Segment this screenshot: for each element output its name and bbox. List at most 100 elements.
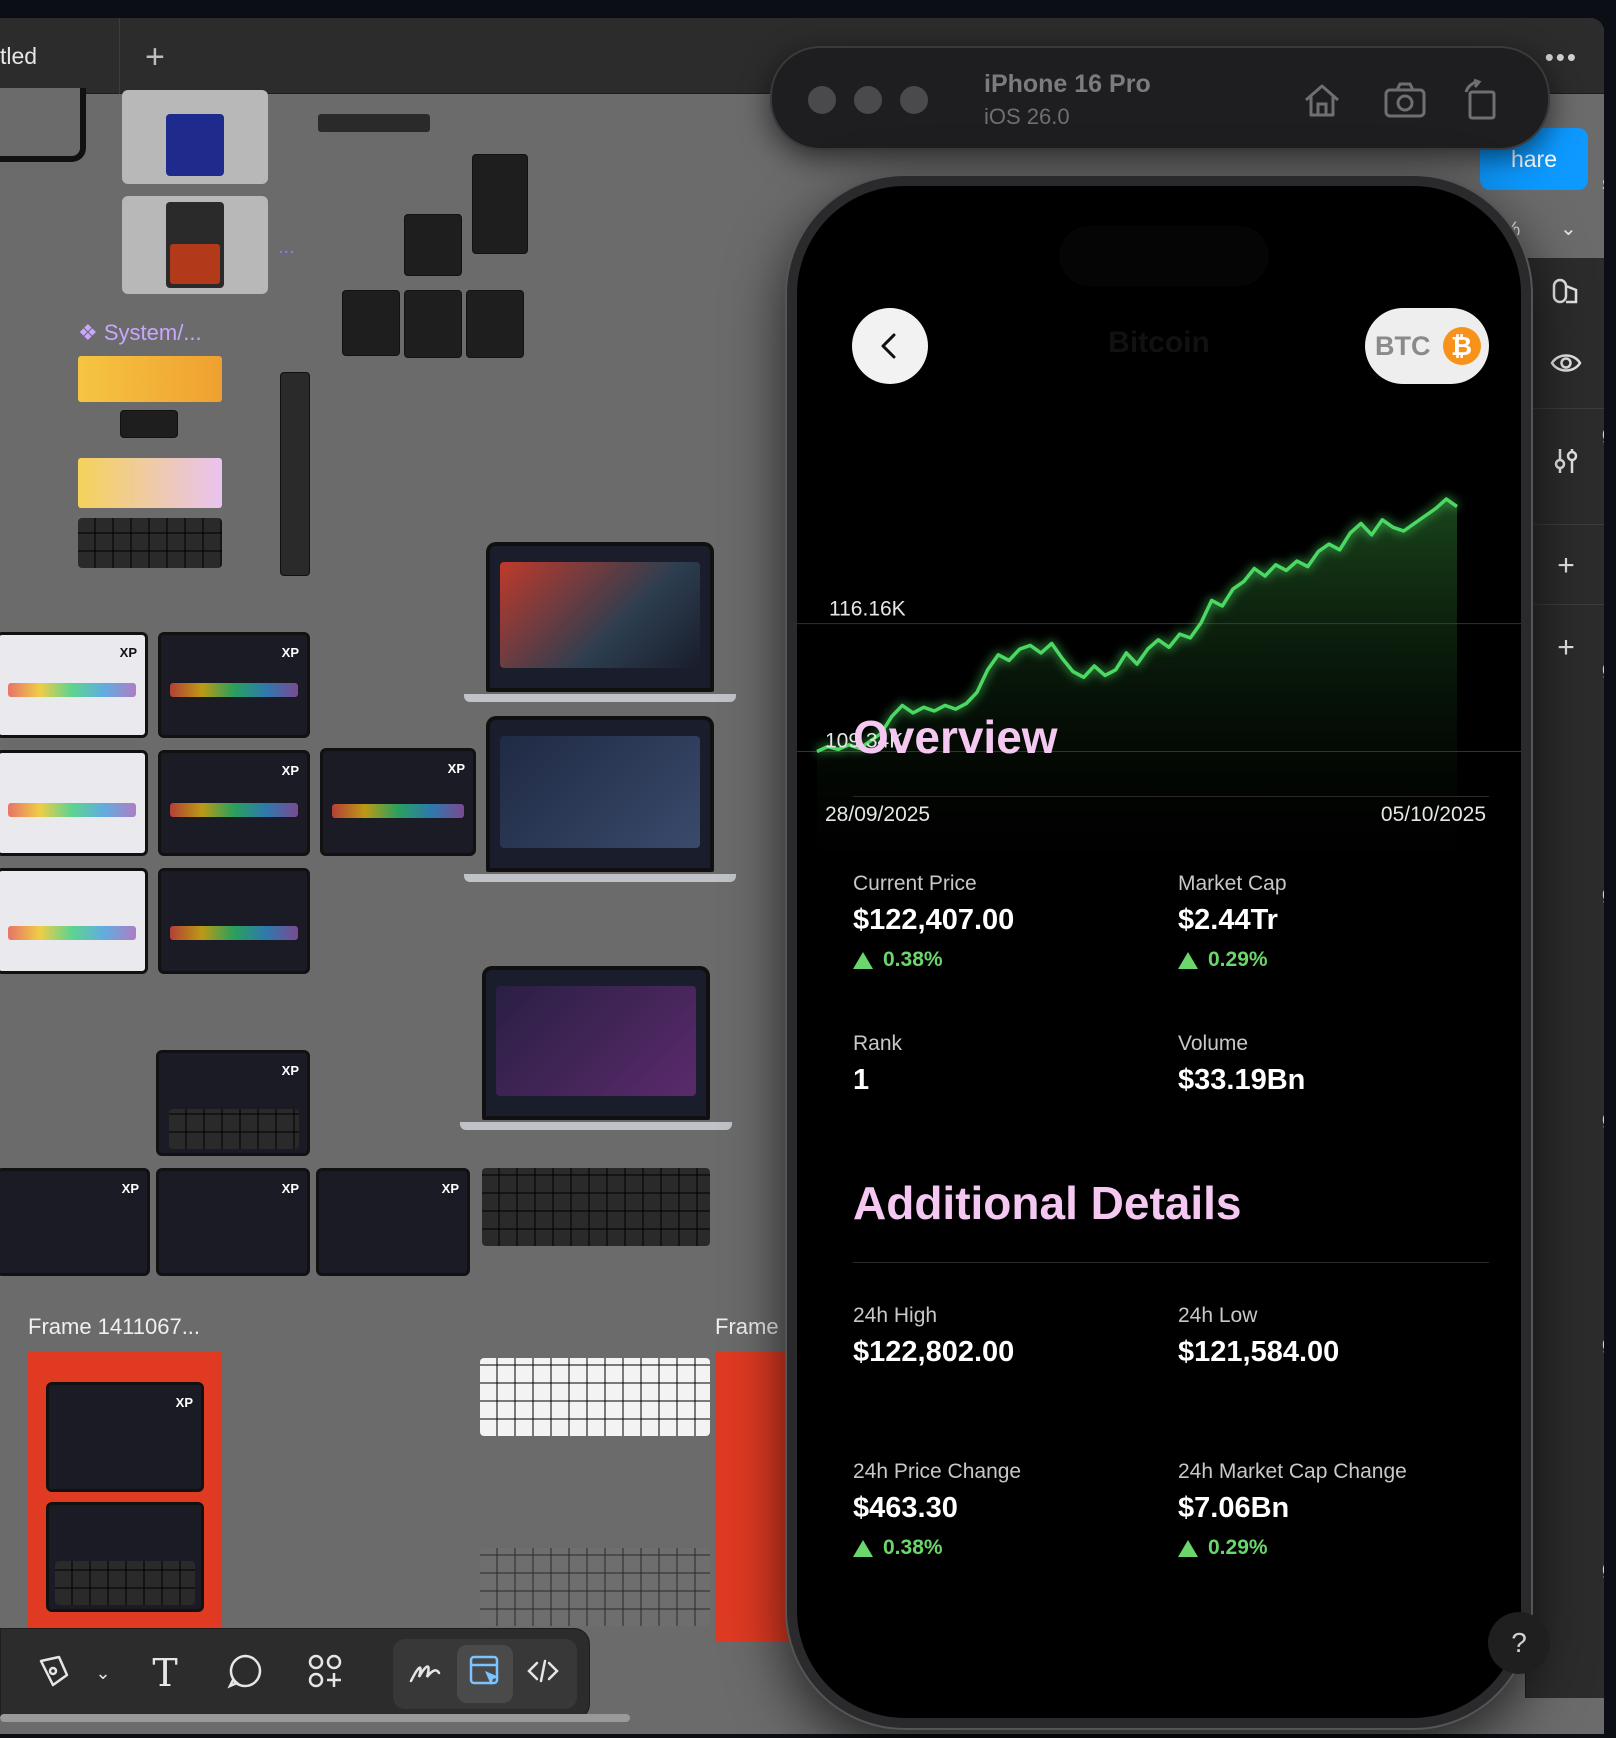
triangle-up-icon bbox=[853, 951, 873, 969]
xp-badge: XP bbox=[447, 761, 465, 776]
panel-text-fragment: g bbox=[1602, 1558, 1604, 1581]
tablet-thumbnail[interactable]: XP bbox=[156, 1050, 310, 1156]
pen-tool-icon[interactable] bbox=[31, 1651, 75, 1695]
plus-icon[interactable]: + bbox=[1546, 628, 1586, 668]
market-cap-label: Market Cap bbox=[1178, 872, 1287, 895]
component-label[interactable]: ❖ System/... bbox=[78, 320, 202, 346]
keyboard-mockup[interactable] bbox=[480, 1548, 710, 1626]
list-mockup[interactable] bbox=[280, 372, 310, 576]
tablet-thumbnail[interactable]: XP bbox=[0, 632, 148, 738]
divider bbox=[1526, 408, 1604, 409]
panel-text-fragment: g bbox=[1602, 423, 1604, 446]
frame-red[interactable]: XP bbox=[28, 1352, 222, 1630]
text-tool-icon[interactable]: T bbox=[143, 1651, 187, 1695]
divider bbox=[1526, 604, 1604, 605]
overview-title: Overview bbox=[853, 711, 1058, 763]
tablet-thumbnail[interactable] bbox=[158, 868, 310, 974]
plus-icon[interactable]: + bbox=[1546, 546, 1586, 586]
close-window-button[interactable] bbox=[808, 86, 836, 114]
simulator-title-bar[interactable]: iPhone 16 Pro iOS 26.0 bbox=[770, 46, 1550, 150]
xp-badge: XP bbox=[175, 1395, 193, 1410]
triangle-up-icon bbox=[1178, 1539, 1198, 1557]
change-value: 0.38% bbox=[883, 948, 943, 971]
frame-thumbnail[interactable] bbox=[122, 90, 268, 184]
price-change-24h-percent: 0.38% bbox=[853, 1536, 943, 1560]
settings-mockup[interactable] bbox=[466, 290, 524, 358]
ellipsis-icon: ... bbox=[278, 236, 295, 258]
volume-value: $33.19Bn bbox=[1178, 1064, 1306, 1096]
volume-label: Volume bbox=[1178, 1032, 1249, 1055]
current-price-value: $122,407.00 bbox=[853, 904, 1015, 936]
mcap-change-24h-label: 24h Market Cap Change bbox=[1178, 1460, 1407, 1483]
frame-label[interactable]: Frame bbox=[715, 1314, 779, 1340]
tablet-thumbnail[interactable]: XP bbox=[316, 1168, 470, 1276]
settings-mockup[interactable] bbox=[404, 214, 462, 276]
tablet-thumbnail[interactable]: XP bbox=[158, 632, 310, 738]
minimize-window-button[interactable] bbox=[854, 86, 882, 114]
eye-icon[interactable] bbox=[1546, 346, 1586, 386]
comment-tool-icon[interactable] bbox=[223, 1651, 267, 1695]
tablet-thumbnail[interactable]: XP bbox=[320, 748, 476, 856]
change-value: 0.29% bbox=[1208, 948, 1268, 971]
dynamic-island bbox=[1059, 226, 1269, 286]
price-change-24h-label: 24h Price Change bbox=[853, 1460, 1022, 1483]
mcap-change-24h-percent: 0.29% bbox=[1178, 1536, 1268, 1560]
layers-icon[interactable] bbox=[1546, 274, 1586, 314]
keyboard-mockup[interactable] bbox=[78, 518, 222, 568]
tablet-thumbnail[interactable] bbox=[0, 868, 148, 974]
draw-mode-icon[interactable] bbox=[403, 1651, 447, 1695]
market-cap-value: $2.44Tr bbox=[1178, 904, 1278, 936]
plus-icon[interactable]: + bbox=[145, 40, 165, 74]
tablet-thumbnail[interactable]: XP bbox=[158, 750, 310, 856]
file-tab[interactable]: tled bbox=[0, 18, 120, 94]
low-24h-value: $121,584.00 bbox=[1178, 1336, 1340, 1368]
rotate-icon[interactable] bbox=[1460, 78, 1504, 122]
component-strip[interactable] bbox=[318, 114, 430, 132]
more-options-icon[interactable]: ••• bbox=[1545, 42, 1578, 73]
coin-selector[interactable]: BTC ₿ bbox=[1365, 308, 1489, 384]
price-chart[interactable]: 116.16K 109.34K 28/09/2025 05/10/2025 bbox=[797, 346, 1521, 906]
input-mockup[interactable] bbox=[120, 410, 178, 438]
chevron-down-icon[interactable]: ⌄ bbox=[81, 1651, 125, 1695]
frame-thumbnail[interactable] bbox=[0, 88, 86, 162]
tablet-thumbnail[interactable]: XP bbox=[156, 1168, 310, 1276]
zoom-window-button[interactable] bbox=[900, 86, 928, 114]
rank-value: 1 bbox=[853, 1064, 870, 1096]
chevron-down-icon[interactable]: ⌄ bbox=[1560, 216, 1577, 241]
screenshot-icon[interactable] bbox=[1382, 78, 1426, 122]
horizontal-scrollbar[interactable] bbox=[0, 1714, 630, 1722]
laptop-mockup[interactable] bbox=[464, 542, 736, 702]
laptop-mockup[interactable] bbox=[464, 716, 736, 882]
bottom-toolbar: ⌄ T bbox=[0, 1628, 590, 1720]
iphone-screen: 116.16K 109.34K 28/09/2025 05/10/2025 Bi… bbox=[797, 186, 1521, 1718]
tablet-thumbnail[interactable]: XP bbox=[0, 1168, 150, 1276]
laptop-mockup[interactable] bbox=[460, 966, 732, 1130]
help-button[interactable]: ? bbox=[1488, 1612, 1550, 1674]
diamond-icon: ❖ bbox=[78, 320, 104, 345]
design-mode-icon[interactable] bbox=[463, 1651, 507, 1695]
panel-text-fragment: g bbox=[1602, 883, 1604, 906]
frame-red[interactable] bbox=[715, 1352, 790, 1642]
emoji-grid[interactable] bbox=[78, 356, 222, 402]
tablet-thumbnail[interactable] bbox=[0, 750, 148, 856]
high-24h-value: $122,802.00 bbox=[853, 1336, 1015, 1368]
components-tool-icon[interactable] bbox=[303, 1651, 347, 1695]
emoji-grid[interactable] bbox=[78, 458, 222, 508]
dev-mode-icon[interactable] bbox=[521, 1651, 565, 1695]
home-icon[interactable] bbox=[1300, 78, 1344, 122]
right-sidebar: + + bbox=[1525, 258, 1604, 1698]
current-price-change: 0.38% bbox=[853, 948, 943, 972]
settings-mockup[interactable] bbox=[342, 290, 400, 356]
frame-label[interactable]: Frame 1411067... bbox=[28, 1314, 200, 1340]
keyboard-mockup[interactable] bbox=[480, 1358, 710, 1436]
xp-badge: XP bbox=[281, 763, 299, 778]
device-name: iPhone 16 Pro bbox=[984, 70, 1151, 98]
frame-thumbnail[interactable] bbox=[122, 196, 268, 294]
keyboard-mockup[interactable] bbox=[482, 1168, 710, 1246]
file-tab-label: tled bbox=[0, 42, 38, 69]
settings-mockup[interactable] bbox=[404, 290, 462, 358]
settings-mockup[interactable] bbox=[472, 154, 528, 254]
share-label: hare bbox=[1510, 145, 1558, 172]
adjustments-icon[interactable] bbox=[1546, 444, 1586, 484]
change-value: 0.29% bbox=[1208, 1536, 1268, 1559]
